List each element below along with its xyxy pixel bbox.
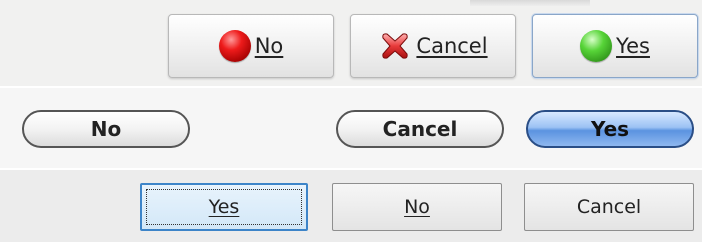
window-edge (470, 0, 590, 6)
red-x-icon (382, 33, 409, 59)
cancel-button[interactable]: Cancel (524, 183, 694, 231)
no-button[interactable]: No (168, 14, 334, 78)
no-button-label: No (254, 34, 284, 58)
yes-button[interactable]: Yes (532, 14, 698, 78)
no-button-label: No (90, 117, 122, 141)
no-button-label: No (404, 196, 430, 218)
red-circle-icon (218, 30, 251, 62)
cancel-button-label: Cancel (416, 34, 488, 58)
cancel-button[interactable]: Cancel (336, 110, 504, 148)
cancel-button-label: Cancel (576, 196, 642, 218)
yes-button[interactable]: Yes (526, 110, 694, 148)
green-circle-icon (580, 30, 613, 62)
cancel-button[interactable]: Cancel (350, 14, 516, 78)
focus-ring (146, 189, 302, 225)
no-button[interactable]: No (22, 110, 190, 148)
yes-button-label: Yes (590, 117, 630, 141)
yes-button-label: Yes (616, 34, 650, 58)
no-button[interactable]: No (332, 183, 502, 231)
cancel-button-label: Cancel (382, 117, 458, 141)
yes-button[interactable]: Yes (140, 183, 308, 231)
